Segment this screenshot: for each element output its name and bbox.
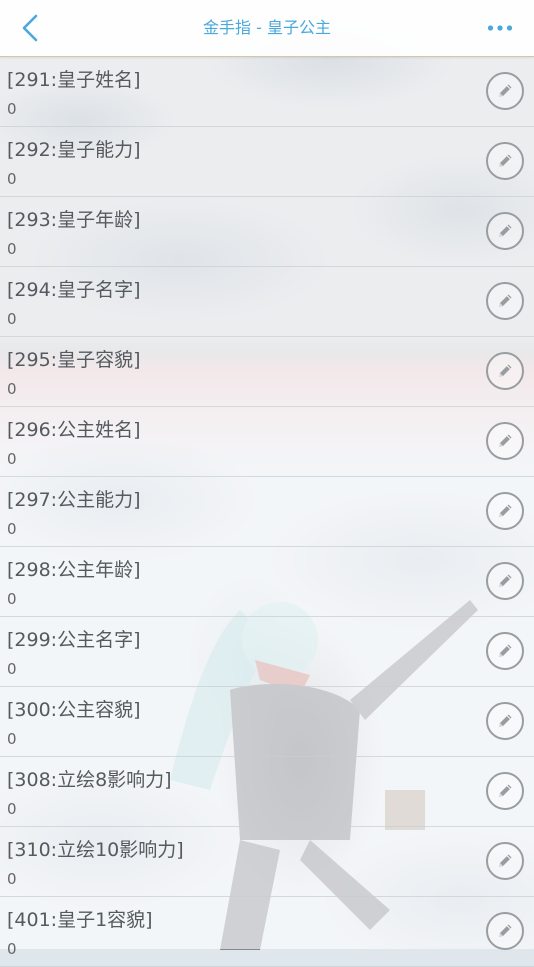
item-label: [291:皇子姓名] [7,69,141,91]
item-label: [293:皇子年龄] [7,209,141,231]
pencil-icon [499,504,512,517]
item-value: 0 [7,380,17,398]
item-label: [294:皇子名字] [7,279,141,301]
more-options-button[interactable] [480,8,520,48]
pencil-icon [499,294,512,307]
item-label: [297:公主能力] [7,489,141,511]
page-title: 金手指 - 皇子公主 [203,18,331,37]
edit-button[interactable] [486,352,524,390]
list-item[interactable]: [299:公主名字] 0 [0,617,534,687]
item-value: 0 [7,870,17,888]
list-item[interactable]: [308:立绘8影响力] 0 [0,757,534,827]
pencil-icon [499,224,512,237]
item-label: [310:立绘10影响力] [7,839,184,861]
edit-button[interactable] [486,562,524,600]
edit-button[interactable] [486,912,524,950]
edit-button[interactable] [486,492,524,530]
list-item[interactable]: [298:公主年龄] 0 [0,547,534,617]
item-value: 0 [7,940,17,958]
item-label: [299:公主名字] [7,629,141,651]
list-item[interactable]: [292:皇子能力] 0 [0,127,534,197]
edit-button[interactable] [486,72,524,110]
item-value: 0 [7,100,17,118]
edit-button[interactable] [486,842,524,880]
item-value: 0 [7,590,17,608]
pencil-icon [499,714,512,727]
pencil-icon [499,574,512,587]
edit-button[interactable] [486,772,524,810]
edit-button[interactable] [486,212,524,250]
pencil-icon [499,924,512,937]
more-horizontal-icon [487,25,513,31]
item-label: [300:公主容貌] [7,699,141,721]
edit-button[interactable] [486,702,524,740]
list-item[interactable]: [295:皇子容貌] 0 [0,337,534,407]
edit-button[interactable] [486,632,524,670]
item-value: 0 [7,660,17,678]
list-item[interactable]: [300:公主容貌] 0 [0,687,534,757]
edit-button[interactable] [486,282,524,320]
list-item[interactable]: [296:公主姓名] 0 [0,407,534,477]
list-item[interactable]: [401:皇子1容貌] 0 [0,897,534,967]
pencil-icon [499,644,512,657]
item-label: [295:皇子容貌] [7,349,141,371]
list-item[interactable]: [291:皇子姓名] 0 [0,57,534,127]
edit-button[interactable] [486,422,524,460]
item-label: [298:公主年龄] [7,559,141,581]
item-value: 0 [7,520,17,538]
item-label: [292:皇子能力] [7,139,141,161]
cheat-list: [291:皇子姓名] 0 [292:皇子能力] 0 [293:皇子年龄] 0 [294:皇子… [0,57,534,967]
pencil-icon [499,784,512,797]
item-value: 0 [7,730,17,748]
item-value: 0 [7,240,17,258]
list-item[interactable]: [293:皇子年龄] 0 [0,197,534,267]
pencil-icon [499,434,512,447]
item-value: 0 [7,450,17,468]
edit-button[interactable] [486,142,524,180]
item-value: 0 [7,310,17,328]
pencil-icon [499,154,512,167]
list-item[interactable]: [310:立绘10影响力] 0 [0,827,534,897]
item-label: [308:立绘8影响力] [7,769,172,791]
item-label: [296:公主姓名] [7,419,141,441]
pencil-icon [499,84,512,97]
pencil-icon [499,364,512,377]
item-value: 0 [7,800,17,818]
list-item[interactable]: [297:公主能力] 0 [0,477,534,547]
item-label: [401:皇子1容貌] [7,909,153,931]
pencil-icon [499,854,512,867]
list-item[interactable]: [294:皇子名字] 0 [0,267,534,337]
item-value: 0 [7,170,17,188]
top-app-bar: 金手指 - 皇子公主 [0,0,534,57]
